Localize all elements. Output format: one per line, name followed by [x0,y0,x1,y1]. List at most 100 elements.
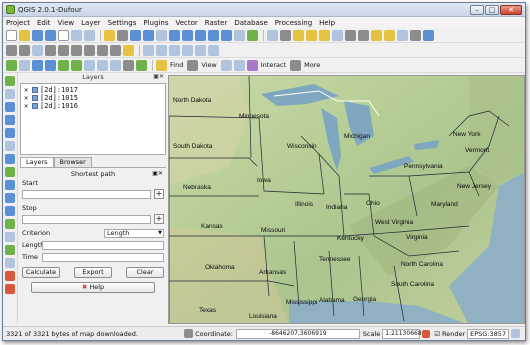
scale-field[interactable]: 1:21130668 [382,328,422,339]
new-project-icon[interactable] [6,29,17,41]
menu-layer[interactable]: Layer [81,19,101,27]
new-bookmark-icon[interactable] [384,29,395,41]
add-oracle-layer-icon[interactable] [71,59,82,71]
text-annotation-icon[interactable] [410,29,421,41]
map-tips-icon[interactable] [371,29,382,41]
add-spatialite-icon[interactable] [5,115,15,125]
layer-visibility-checkbox[interactable]: ✕ [24,102,31,110]
nav-back-icon[interactable] [220,59,232,71]
layer-visibility-checkbox[interactable]: ✕ [24,86,31,94]
view-icon[interactable] [187,59,199,71]
paste-features-icon[interactable] [123,44,134,56]
menu-database[interactable]: Database [234,19,267,27]
pan-to-selection-icon[interactable] [117,29,128,41]
layer-item[interactable]: ✕ [2d]:1015 [24,94,162,102]
add-raster-layer-icon[interactable] [19,59,30,71]
view-label[interactable]: View [201,61,216,69]
show-bookmarks-icon[interactable] [397,29,408,41]
save-project-icon[interactable] [32,29,43,41]
save-edits-icon[interactable] [32,44,43,56]
virtual-layer-icon[interactable] [5,232,15,242]
stop-render-icon[interactable] [422,329,431,338]
add-oracle-icon[interactable] [5,193,15,203]
render-checkbox[interactable]: ☑ [434,330,440,338]
change-label-icon[interactable] [208,44,219,56]
move-label-icon[interactable] [182,44,193,56]
add-feature-icon[interactable] [45,44,56,56]
find-label[interactable]: Find [170,61,183,69]
new-shapefile-icon[interactable] [136,59,147,71]
rotate-label-icon[interactable] [195,44,206,56]
add-gpx-icon[interactable] [5,180,15,190]
select-expression-icon[interactable] [306,29,317,41]
zoom-next-icon[interactable] [221,29,232,41]
add-csv-icon[interactable] [5,167,15,177]
add-vector-layer-icon[interactable] [6,59,17,71]
move-feature-icon[interactable] [58,44,69,56]
add-wfs-layer-icon[interactable] [110,59,121,71]
find-icon[interactable] [156,59,167,71]
label-tool-icon[interactable] [143,44,154,56]
menu-settings[interactable]: Settings [108,19,137,27]
menu-vector[interactable]: Vector [175,19,197,27]
layer-visibility-checkbox[interactable]: ✕ [24,94,31,102]
add-mssql-icon[interactable] [5,206,15,216]
tab-layers[interactable]: Layers [20,157,54,167]
new-layer-icon[interactable] [5,219,15,229]
crs-status-button[interactable]: EPSG:3857 [467,328,510,339]
toggle-editing-icon[interactable] [19,44,30,56]
node-tool-icon[interactable] [71,44,82,56]
clear-button[interactable]: Clear [126,267,164,278]
interact-icon[interactable] [246,59,258,71]
interact-label[interactable]: Interact [261,61,286,69]
add-wfs-icon[interactable] [5,154,15,164]
menu-view[interactable]: View [58,19,75,27]
attribute-action-icon[interactable] [280,29,291,41]
current-edits-icon[interactable] [6,44,17,56]
add-vector-icon[interactable] [5,76,15,86]
menu-processing[interactable]: Processing [275,19,312,27]
zoom-out-icon[interactable] [143,29,154,41]
identify-icon[interactable] [267,29,278,41]
coordinate-toggle-icon[interactable] [184,329,194,338]
python-console-icon[interactable] [423,29,434,41]
zoom-last-icon[interactable] [208,29,219,41]
add-wcs-icon[interactable] [5,141,15,151]
minimize-button[interactable]: – [470,4,484,15]
add-postgis-layer-icon[interactable] [32,59,43,71]
pin-labels-icon[interactable] [156,44,167,56]
new-map-view-icon[interactable] [234,29,245,41]
menu-project[interactable]: Project [6,19,30,27]
calculate-button[interactable]: Calculate [22,267,60,278]
more-label[interactable]: More [304,61,320,69]
stop-point-input[interactable] [22,214,151,224]
help-pointer-icon[interactable] [84,29,95,41]
close-button[interactable]: ✕ [500,4,522,15]
add-raster-icon[interactable] [5,89,15,99]
dock-float-close-icon[interactable]: ▣✕ [152,170,163,177]
more-icon[interactable] [290,59,302,71]
select-features-icon[interactable] [293,29,304,41]
coordinate-field[interactable]: -8646207,3606919 [235,328,360,339]
nav-forward-icon[interactable] [233,59,245,71]
open-attribute-table-icon[interactable] [332,29,343,41]
cut-features-icon[interactable] [97,44,108,56]
delete-selected-icon[interactable] [84,44,95,56]
start-point-input[interactable] [22,189,151,199]
capture-start-plus-icon[interactable]: + [154,189,164,199]
criterion-select[interactable]: Length ▼ [104,228,164,238]
menu-plugins[interactable]: Plugins [143,19,168,27]
add-wms-icon[interactable] [5,128,15,138]
add-delimited-text-icon[interactable] [123,59,134,71]
zoom-full-icon[interactable] [169,29,180,41]
save-as-icon[interactable] [45,29,56,41]
zoom-native-icon[interactable] [156,29,167,41]
add-wcs-layer-icon[interactable] [97,59,108,71]
zoom-layer-icon[interactable] [182,29,193,41]
tab-browser[interactable]: Browser [53,157,92,167]
add-postgis-icon[interactable] [5,102,15,112]
map-canvas[interactable]: North Dakota Minnesota South Dakota Wisc… [168,75,525,324]
measure-line-icon[interactable] [345,29,356,41]
messages-icon[interactable] [511,329,520,338]
remove-layer-icon[interactable] [5,271,15,281]
